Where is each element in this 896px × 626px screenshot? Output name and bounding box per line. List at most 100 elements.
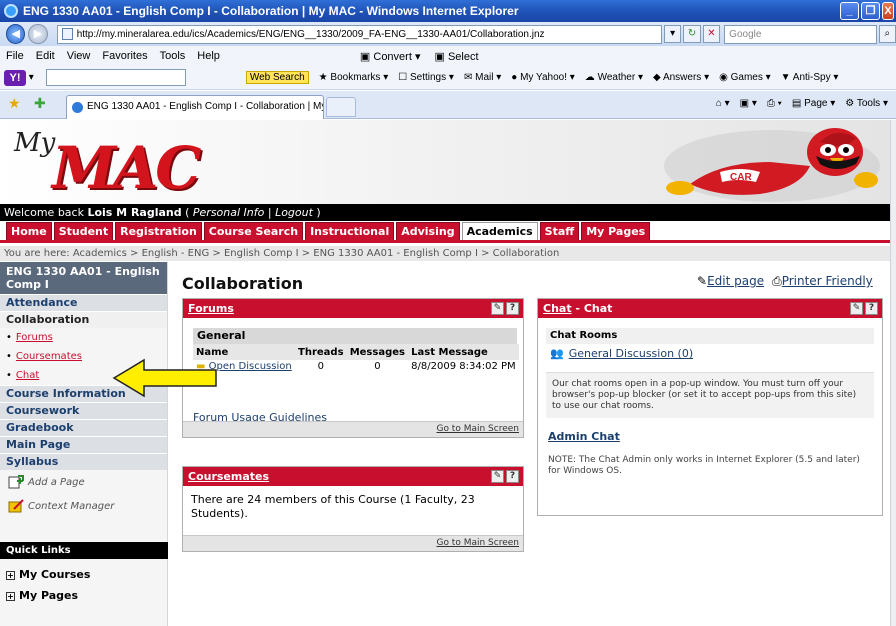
quick-link-my-pages[interactable]: + My Pages [0,586,168,605]
chat-portlet: Chat - Chat ✎? Chat Rooms 👥 General Disc… [537,298,883,516]
new-tab-button[interactable] [326,97,356,117]
url-field[interactable]: http://my.mineralarea.edu/ics/Academics/… [56,24,662,44]
menu-tools[interactable]: Tools [160,50,186,62]
sidebar-item-attendance[interactable]: Attendance [0,294,167,311]
edit-page-button[interactable]: ✎Edit page [697,274,764,289]
menu-favorites[interactable]: Favorites [102,50,147,62]
sidebar-item-syllabus[interactable]: Syllabus [0,453,167,470]
coursemates-title-link[interactable]: Coursemates [188,470,269,483]
settings-button[interactable]: ☐ Settings ▾ [398,72,454,83]
add-favorites-icon[interactable]: ✚ [34,96,46,112]
antispy-button[interactable]: ▼ Anti-Spy ▾ [781,72,839,83]
forward-button[interactable]: ▶ [28,24,48,44]
coursemates-main-screen-link[interactable]: Go to Main Screen [436,538,519,548]
tab-my-pages[interactable]: My Pages [581,222,651,240]
personal-info-link[interactable]: Personal Info [193,206,264,219]
stop-icon[interactable]: ✕ [702,25,721,43]
minimize-button[interactable]: _ [840,2,859,20]
logout-link[interactable]: Logout [275,206,313,219]
print-icon[interactable]: ⎙ ▾ [767,98,782,109]
home-icon[interactable]: ⌂ ▾ [716,98,730,109]
forum-link-open-discussion[interactable]: Open Discussion [209,361,292,372]
browser-tab-active[interactable]: ENG 1330 AA01 - English Comp I - Collabo… [66,95,324,119]
convert-button[interactable]: ▣ Convert ▾ [360,50,421,63]
answers-button[interactable]: ◆ Answers ▾ [653,72,709,83]
tab-course-search[interactable]: Course Search [203,222,304,240]
dropdown-icon[interactable]: ▾ [26,72,34,83]
tab-student[interactable]: Student [53,222,114,240]
chat-title-link[interactable]: Chat [543,302,572,315]
tools-menu[interactable]: ⚙ Tools ▾ [845,98,888,109]
page-actions: ✎Edit page ⎙Printer Friendly [697,274,873,289]
maximize-button[interactable]: ❐ [861,2,880,20]
browser-tab-row: ★ ✚ ENG 1330 AA01 - English Comp I - Col… [0,91,896,119]
menu-bar: File Edit View Favorites Tools Help ▣ Co… [0,46,896,66]
course-title: ENG 1330 AA01 - English Comp I [0,262,167,294]
edit-icon: ✎ [697,274,708,288]
yahoo-icon[interactable]: Y! [4,69,26,86]
settings-icon[interactable]: ✎ [850,302,863,315]
search-icon[interactable]: ⌕ [878,25,896,43]
col-threads: Threads [295,344,347,360]
search-input[interactable]: Google [724,24,877,44]
menu-help[interactable]: Help [197,50,220,62]
help-icon[interactable]: ? [506,470,519,483]
page-menu[interactable]: ▤ Page ▾ [792,98,835,109]
tab-academics[interactable]: Academics [461,222,538,240]
printer-friendly-button[interactable]: ⎙Printer Friendly [772,274,873,289]
dropdown-icon[interactable]: ▾ [663,25,682,43]
sidebar-sublink-forums[interactable]: • Forums [0,328,167,347]
breadcrumb: You are here: Academics > English - ENG … [0,246,890,261]
svg-text:CAR: CAR [730,172,752,183]
weather-button[interactable]: ☁ Weather ▾ [585,72,643,83]
my-yahoo-button[interactable]: ● My Yahoo! ▾ [511,72,575,83]
bookmarks-button[interactable]: ★ Bookmarks ▾ [319,72,389,83]
chat-room-link[interactable]: General Discussion (0) [569,347,693,360]
yahoo-toolbar: Y! ▾ Web Search ★ Bookmarks ▾ ☐ Settings… [0,66,896,90]
table-row: ▬ Open Discussion 0 0 8/8/2009 8:34:02 P… [196,361,516,372]
refresh-icon[interactable]: ↻ [683,25,701,43]
forums-title-link[interactable]: Forums [188,302,234,315]
help-icon[interactable]: ? [506,302,519,315]
sidebar-item-main-page[interactable]: Main Page [0,436,167,453]
ie-icon [4,4,18,18]
web-search-button[interactable]: Web Search [245,71,309,84]
col-messages: Messages [346,344,409,360]
select-button[interactable]: ▣ Select [434,50,478,63]
admin-chat-link[interactable]: Admin Chat [548,430,620,443]
tab-registration[interactable]: Registration [115,222,202,240]
yahoo-search-input[interactable] [45,69,186,86]
popup-note: Our chat rooms open in a pop-up window. … [546,372,874,418]
chat-people-icon: 👥 [550,347,564,360]
sidebar-item-coursework[interactable]: Coursework [0,402,167,419]
menu-edit[interactable]: Edit [36,50,55,62]
sidebar-item-gradebook[interactable]: Gradebook [0,419,167,436]
settings-icon[interactable]: ✎ [491,302,504,315]
menu-file[interactable]: File [6,50,24,62]
close-button[interactable]: X [882,2,894,20]
favorites-star-icon[interactable]: ★ [8,96,21,112]
url-text: http://my.mineralarea.edu/ics/Academics/… [76,28,545,40]
tab-advising[interactable]: Advising [396,222,460,240]
quick-links-header: Quick Links [0,542,168,559]
games-button[interactable]: ◉ Games ▾ [719,72,771,83]
quick-link-my-courses[interactable]: + My Courses [0,565,168,584]
page-scrollbar[interactable] [890,120,896,626]
help-icon[interactable]: ? [865,302,878,315]
menu-view[interactable]: View [67,50,91,62]
mail-button[interactable]: ✉ Mail ▾ [464,72,501,83]
col-last-message: Last Message [408,344,519,360]
context-manager-button[interactable]: Context Manager [0,494,167,518]
tab-staff[interactable]: Staff [539,222,580,240]
sidebar-item-collaboration[interactable]: Collaboration [0,311,167,328]
add-page-icon [8,475,24,489]
tab-instructional[interactable]: Instructional [305,222,395,240]
add-page-button[interactable]: Add a Page [0,470,167,494]
forums-header: Forums ✎? [183,299,523,318]
forums-main-screen-link[interactable]: Go to Main Screen [436,424,519,434]
settings-icon[interactable]: ✎ [491,470,504,483]
tab-home[interactable]: Home [6,222,52,240]
back-button[interactable]: ◀ [6,24,26,44]
coursemates-summary: There are 24 members of this Course (1 F… [191,493,475,520]
feeds-icon[interactable]: ▣ ▾ [740,98,757,109]
